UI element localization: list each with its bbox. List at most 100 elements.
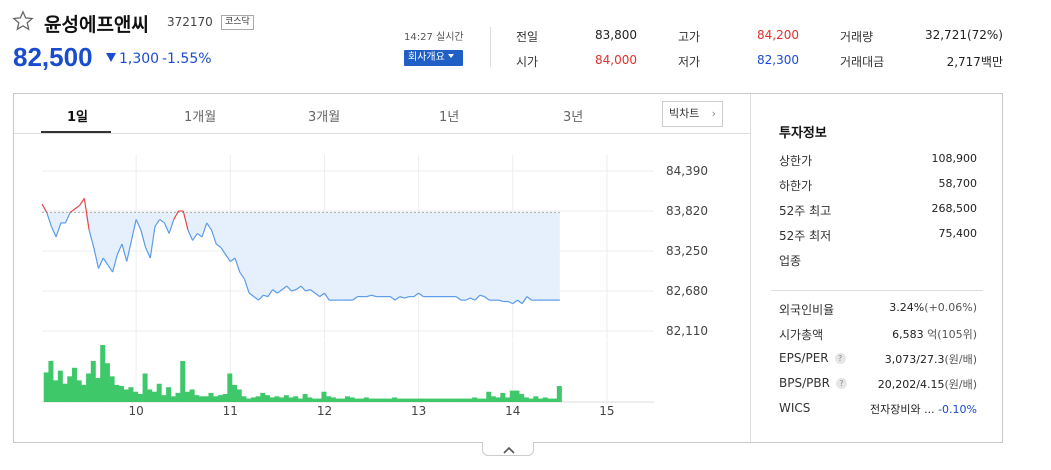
volume-bar (260, 392, 266, 402)
volume-bar (363, 397, 369, 402)
volume-bar (147, 389, 153, 402)
eps-per-label-text: EPS/PER (779, 351, 829, 365)
intraday-chart[interactable]: 84,39083,82083,25082,68082,110 10 11 12 13 1… (14, 135, 749, 443)
lower-limit-label: 하한가 (779, 179, 813, 193)
volume-bar (547, 398, 553, 402)
x-tick-label: 10 (129, 404, 144, 418)
volume-bar (109, 376, 115, 402)
volume-bar (542, 397, 548, 402)
eps-per: 3,073/27.3 (884, 353, 945, 366)
volume-bar (514, 390, 520, 402)
volume-bar (354, 398, 360, 402)
company-overview-button[interactable]: 회사개요 (404, 50, 463, 66)
volume-bar (184, 391, 190, 402)
big-chart-label: 빅차트 (669, 107, 700, 120)
tab-3year[interactable]: 3년 (563, 106, 583, 125)
foreign-ratio-label: 외국인비율 (779, 303, 835, 317)
volume-bar (48, 360, 54, 402)
chevron-up-icon (503, 446, 515, 454)
help-icon[interactable]: ? (835, 378, 847, 389)
volume-bar (128, 387, 134, 402)
volume-bar (307, 397, 313, 402)
volume-bar (443, 398, 449, 402)
volume-bar (283, 395, 289, 402)
prev-close-label: 전일 (516, 30, 539, 44)
volume-bar (552, 398, 558, 402)
volume-bar (538, 398, 544, 402)
current-price: 82,500 (13, 42, 93, 72)
wics-sector[interactable]: 전자장비와 ... (870, 403, 935, 416)
big-chart-button[interactable]: 빅차트 › (662, 101, 723, 127)
collapse-toggle[interactable] (482, 442, 534, 456)
volume-bar (274, 396, 280, 402)
volume-bar (500, 392, 506, 402)
volume-bar (161, 395, 167, 402)
stock-header: 윤성에프앤씨 372170 코스닥 82,500 1,300 -1.55% 14… (0, 0, 1051, 90)
market-cap-rank: 억(105위) (927, 328, 977, 341)
x-tick-label: 14 (505, 404, 520, 418)
volume-bar (481, 398, 487, 402)
volume-bar (302, 394, 308, 402)
volume-bar (264, 395, 270, 402)
realtime-label: 14:27 실시간 (404, 32, 464, 43)
tab-1year[interactable]: 1년 (439, 106, 459, 125)
high-label: 고가 (678, 30, 701, 44)
y-axis-labels: 84,390 83,820 83,250 82,680 82,110 (666, 164, 708, 338)
volume-bar (43, 372, 49, 402)
volume-bar (241, 396, 247, 402)
volume-bar (387, 398, 393, 402)
foreign-ratio-change: (+0.06%) (924, 301, 977, 314)
volume-bar (335, 398, 341, 402)
foreign-ratio: 3.24% (889, 301, 925, 314)
volume-bar (71, 367, 77, 402)
stock-name[interactable]: 윤성에프앤씨 (44, 10, 149, 37)
volume-bar (457, 398, 463, 402)
x-tick-label: 15 (599, 404, 614, 418)
volume-bar (556, 386, 562, 402)
volume-bar (208, 392, 214, 402)
volume-bar (180, 360, 186, 402)
dropdown-caret-icon (447, 54, 454, 58)
volume-bar (236, 389, 242, 402)
volume-bar (137, 394, 143, 402)
high-value: 84,200 (757, 28, 799, 42)
volume-bar (533, 396, 539, 402)
volume-bar (114, 384, 120, 402)
volume-bar (509, 390, 515, 402)
volume-bar (297, 398, 303, 402)
market-badge: 코스닥 (221, 15, 254, 30)
volume-bar (519, 394, 525, 402)
volume-bar (86, 373, 92, 402)
bps-pbr-label: BPS/PBR? (779, 376, 847, 390)
volume-bar (528, 398, 534, 402)
volume-bar (81, 384, 87, 402)
volume-bar (505, 397, 511, 402)
divider (771, 290, 983, 291)
volume-bar (523, 397, 529, 402)
volume-bar (340, 398, 346, 402)
volume-bar (90, 360, 96, 402)
amount-label: 거래대금 (840, 55, 885, 69)
tab-1day[interactable]: 1일 (67, 106, 88, 125)
volume-bar (123, 389, 129, 402)
bps-pbr-label-text: BPS/PBR (779, 376, 830, 390)
price-segment (74, 204, 81, 210)
bps-pbr: 20,202/4.15 (877, 378, 945, 391)
volume-bar (133, 391, 139, 402)
market-cap: 6,583 (892, 328, 924, 341)
volume-bar (95, 378, 101, 402)
y-tick-label: 83,250 (666, 244, 708, 258)
tab-1month[interactable]: 1개월 (184, 106, 216, 125)
x-axis-labels: 10 11 12 13 14 15 (129, 404, 615, 418)
volume-bar (401, 398, 407, 402)
high52-label: 52주 최고 (779, 204, 832, 218)
help-icon[interactable]: ? (834, 353, 846, 364)
volume-bar (151, 391, 157, 402)
favorite-star-icon[interactable] (12, 10, 34, 32)
volume-bar (377, 398, 383, 402)
volume-bar (312, 398, 318, 402)
bps-pbr-value: 20,202/4.15(원/배) (878, 376, 977, 392)
tab-3month[interactable]: 3개월 (308, 106, 340, 125)
foreign-ratio-value: 3.24%(+0.06%) (889, 301, 977, 314)
x-tick-label: 11 (223, 404, 238, 418)
